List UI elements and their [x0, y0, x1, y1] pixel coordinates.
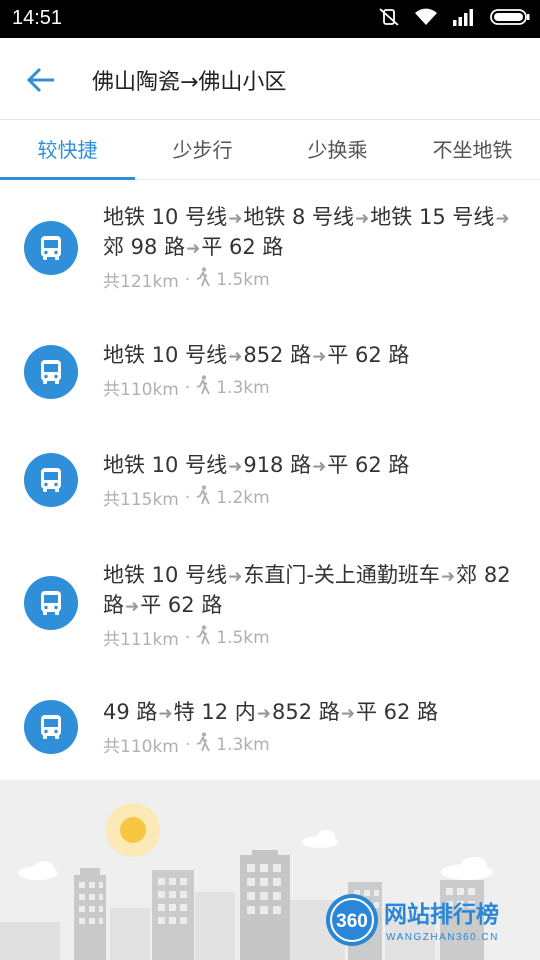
segment-label: 平 62 路 — [201, 235, 284, 259]
route-meta: 共115km · 1.2km — [103, 485, 523, 510]
segment-label: 平 62 路 — [327, 343, 410, 367]
segment-label: 平 62 路 — [140, 593, 223, 617]
route-segments: 49 路➜特 12 内➜852 路➜平 62 路 — [103, 698, 523, 728]
arrow-right-icon: ➜ — [256, 704, 271, 724]
watermark-brand: 网站排行榜 — [384, 901, 499, 928]
wifi-icon — [414, 8, 438, 30]
segment-label: 852 路 — [243, 343, 312, 367]
arrow-right-icon: ➜ — [228, 209, 243, 229]
tab-fewer-transfers[interactable]: 少换乘 — [270, 120, 405, 179]
watermark-logo: 360 网站排行榜 WANGZHAN360.CN — [322, 890, 532, 954]
segment-label: 地铁 10 号线 — [103, 453, 228, 477]
segment-label: 地铁 10 号线 — [103, 205, 228, 229]
arrow-right-icon: ➜ — [312, 347, 327, 367]
arrow-right-icon: ➜ — [228, 347, 243, 367]
tab-no-subway[interactable]: 不坐地铁 — [405, 120, 540, 179]
status-time: 14:51 — [12, 7, 63, 29]
battery-icon — [490, 8, 530, 30]
bus-icon — [24, 576, 78, 630]
route-segments: 地铁 10 号线➜地铁 8 号线➜地铁 15 号线➜郊 98 路➜平 62 路 — [103, 203, 523, 263]
walk-icon — [196, 267, 211, 292]
walk-icon — [196, 375, 211, 400]
arrow-right-icon: ➜ — [312, 457, 327, 477]
arrow-right-icon: ➜ — [228, 457, 243, 477]
walk-distance: 1.5km — [216, 627, 270, 648]
arrow-right-icon: ➜ — [355, 209, 370, 229]
route-segments: 地铁 10 号线➜东直门-关上通勤班车➜郊 82 路➜平 62 路 — [103, 561, 523, 621]
back-button[interactable] — [22, 60, 62, 100]
arrow-right-icon: ➜ — [158, 704, 173, 724]
tab-less-walking[interactable]: 少步行 — [135, 120, 270, 179]
segment-label: 平 62 路 — [356, 700, 439, 724]
arrow-right-icon: ➜ — [125, 597, 140, 617]
walk-distance: 1.3km — [216, 734, 270, 755]
arrow-right-icon: ➜ — [340, 704, 355, 724]
walk-distance: 1.2km — [216, 487, 270, 508]
bus-icon — [24, 345, 78, 399]
arrow-right-icon: ➜ — [495, 209, 510, 229]
route-preference-tabs: 较快捷 少步行 少换乘 不坐地铁 — [0, 120, 540, 180]
bus-icon — [24, 221, 78, 275]
walk-icon — [196, 625, 211, 650]
segment-label: 地铁 10 号线 — [103, 343, 228, 367]
total-distance: 共121km — [103, 272, 179, 292]
route-meta: 共111km · 1.5km — [103, 625, 523, 650]
total-distance: 共111km — [103, 630, 179, 650]
route-meta: 共110km · 1.3km — [103, 375, 523, 400]
arrow-left-icon — [26, 67, 54, 93]
mute-vibrate-icon — [378, 7, 400, 31]
segment-label: 918 路 — [243, 453, 312, 477]
status-icons — [378, 8, 530, 30]
watermark-number: 360 — [336, 911, 368, 932]
tab-fastest[interactable]: 较快捷 — [0, 120, 135, 180]
segment-label: 地铁 10 号线 — [103, 563, 228, 587]
city-illustration: 360 网站排行榜 WANGZHAN360.CN — [0, 780, 540, 960]
segment-label: 852 路 — [271, 700, 340, 724]
arrow-right-icon: ➜ — [186, 239, 201, 259]
route-meta: 共121km · 1.5km — [103, 267, 523, 292]
segment-label: 特 12 内 — [173, 700, 256, 724]
bus-icon — [24, 700, 78, 754]
segment-label: 平 62 路 — [327, 453, 410, 477]
walk-distance: 1.3km — [216, 377, 270, 398]
total-distance: 共115km — [103, 490, 179, 510]
total-distance: 共110km — [103, 737, 179, 757]
status-bar: 14:51 — [0, 0, 540, 38]
segment-label: 地铁 8 号线 — [243, 205, 355, 229]
walk-icon — [196, 485, 211, 510]
route-segments: 地铁 10 号线➜918 路➜平 62 路 — [103, 451, 523, 481]
signal-icon — [452, 8, 476, 30]
page-title: 佛山陶瓷→佛山小区 — [92, 70, 287, 95]
walk-icon — [196, 732, 211, 757]
total-distance: 共110km — [103, 380, 179, 400]
segment-label: 49 路 — [103, 700, 158, 724]
watermark-site: WANGZHAN360.CN — [386, 932, 499, 943]
segment-label: 东直门-关上通勤班车 — [243, 563, 440, 587]
segment-label: 地铁 15 号线 — [370, 205, 495, 229]
segment-label: 郊 98 路 — [103, 235, 186, 259]
arrow-right-icon: ➜ — [228, 567, 243, 587]
arrow-right-icon: ➜ — [440, 567, 456, 587]
route-segments: 地铁 10 号线➜852 路➜平 62 路 — [103, 341, 523, 371]
walk-distance: 1.5km — [216, 269, 270, 290]
route-meta: 共110km · 1.3km — [103, 732, 523, 757]
app-header: 佛山陶瓷→佛山小区 — [0, 38, 540, 120]
bus-icon — [24, 453, 78, 507]
